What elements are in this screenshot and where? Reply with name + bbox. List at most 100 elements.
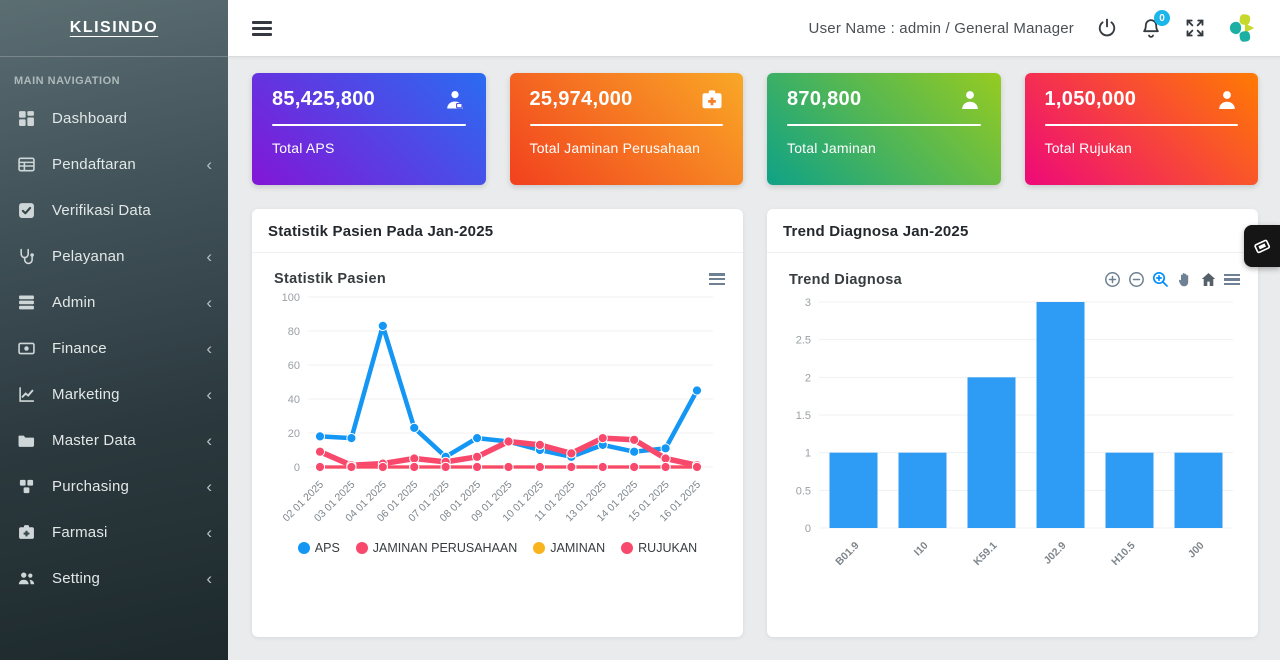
legend-dot	[297, 542, 310, 555]
sidebar-item-dashboard[interactable]: Dashboard	[0, 95, 228, 141]
sidebar-item-label: Purchasing	[52, 477, 130, 495]
chevron-left-icon: ‹	[206, 246, 212, 266]
stat-card-divider	[1044, 124, 1238, 126]
registration-table-icon	[18, 156, 38, 173]
sidebar-item-admin[interactable]: Admin ‹	[0, 279, 228, 325]
chevron-left-icon: ‹	[206, 522, 212, 542]
bell-icon[interactable]: 0	[1140, 10, 1170, 39]
legend-dot	[621, 542, 634, 555]
stat-card-label: Total Jaminan Perusahaan	[529, 140, 701, 156]
chevron-left-icon: ‹	[206, 384, 212, 404]
stat-card-label: Total Rujukan	[1044, 140, 1132, 156]
svg-text:0: 0	[294, 462, 300, 474]
line-chart-legend: APS JAMINAN PERUSAHAAN JAMINAN RUJUKAN	[266, 541, 729, 555]
notification-badge: 0	[1154, 10, 1170, 26]
svg-text:J00: J00	[1186, 540, 1207, 561]
stat-card-value: 870,800	[787, 88, 862, 110]
line-chart-title: Statistik Pasien	[274, 271, 386, 288]
stat-card-value: 1,050,000	[1044, 88, 1137, 110]
ticket-icon	[1254, 239, 1271, 254]
sidebar-logo-area[interactable]: KLISINDO	[0, 0, 228, 57]
svg-text:0.5: 0.5	[796, 485, 811, 497]
svg-text:40: 40	[288, 394, 300, 406]
selection-zoom-icon[interactable]	[1152, 271, 1169, 288]
statistik-pasien-panel: Statistik Pasien Pada Jan-2025 Statistik…	[252, 209, 743, 637]
stat-card-total-jaminan-perusahaan[interactable]: 25,974,000 Total Jaminan Perusahaan	[509, 73, 743, 185]
svg-text:B01.9: B01.9	[833, 540, 861, 568]
svg-text:20: 20	[288, 428, 300, 440]
app-logo-text[interactable]: KLISINDO	[70, 19, 158, 37]
hamburger-menu-icon[interactable]	[252, 18, 272, 39]
svg-text:H10.5: H10.5	[1109, 540, 1137, 568]
money-bill-icon	[18, 340, 38, 357]
home-reset-icon[interactable]	[1200, 271, 1217, 288]
sidebar-item-label: Marketing	[52, 385, 120, 403]
medical-briefcase-icon	[701, 89, 723, 111]
legend-item-aps[interactable]: APS	[297, 541, 340, 556]
svg-text:K59.1: K59.1	[971, 540, 999, 568]
chart-menu-icon[interactable]	[1224, 271, 1240, 287]
sidebar-item-verifikasi-data[interactable]: Verifikasi Data	[0, 187, 228, 233]
stat-card-label: Total APS	[272, 140, 335, 156]
pan-hand-icon[interactable]	[1176, 271, 1193, 288]
stat-cards-row: 85,425,800 Total APS 25,974,000 Total Jamin…	[252, 73, 1258, 185]
folder-icon	[18, 432, 38, 449]
sidebar-item-farmasi[interactable]: Farmasi ‹	[0, 509, 228, 555]
svg-text:1.5: 1.5	[796, 410, 811, 422]
legend-item-jaminan[interactable]: JAMINAN	[533, 541, 605, 555]
stat-card-label: Total Jaminan	[787, 140, 876, 156]
sidebar-item-label: Farmasi	[52, 523, 108, 541]
sidebar-section-label: MAIN NAVIGATION	[14, 75, 121, 87]
zoom-out-icon[interactable]	[1128, 271, 1145, 288]
stat-card-total-aps[interactable]: 85,425,800 Total APS	[252, 73, 486, 185]
sidebar-nav: Dashboard Pendaftaran ‹ Verifikasi Data Pela…	[0, 95, 228, 601]
sidebar-item-label: Pelayanan	[52, 247, 125, 265]
boxes-icon	[18, 478, 38, 495]
sidebar: KLISINDO MAIN NAVIGATION Dashboard Pendaf…	[0, 0, 228, 660]
main-content: 85,425,800 Total APS 25,974,000 Total Jamin…	[228, 57, 1280, 660]
sidebar-item-pendaftaran[interactable]: Pendaftaran ‹	[0, 141, 228, 187]
stat-card-total-jaminan[interactable]: 870,800 Total Jaminan	[767, 73, 1001, 185]
fullscreen-expand-icon[interactable]	[1184, 17, 1206, 39]
ticket-button[interactable]	[1244, 225, 1280, 267]
stat-card-total-rujukan[interactable]: 1,050,000 Total Rujukan	[1024, 73, 1258, 185]
doctor-user-icon	[444, 89, 466, 111]
user-info-text: User Name : admin / General Manager	[808, 19, 1074, 37]
svg-text:3: 3	[805, 297, 811, 309]
trend-panel-header: Trend Diagnosa Jan-2025	[767, 209, 1258, 253]
sidebar-item-master-data[interactable]: Master Data ‹	[0, 417, 228, 463]
legend-label: JAMINAN PERUSAHAAN	[372, 541, 518, 556]
zoom-in-icon[interactable]	[1104, 271, 1121, 288]
sidebar-item-pelayanan[interactable]: Pelayanan ‹	[0, 233, 228, 279]
legend-item-jaminan-perusahaan[interactable]: JAMINAN PERUSAHAAN	[355, 541, 518, 556]
stat-card-value: 25,974,000	[529, 88, 633, 110]
svg-text:2.5: 2.5	[796, 335, 811, 347]
medkit-icon	[18, 524, 38, 541]
power-icon[interactable]	[1096, 17, 1118, 39]
chart-menu-icon[interactable]	[709, 271, 725, 287]
legend-label: APS	[314, 541, 340, 556]
legend-dot	[533, 542, 546, 555]
legend-label: RUJUKAN	[638, 541, 698, 556]
legend-item-rujukan[interactable]: RUJUKAN	[621, 541, 697, 555]
dashboard-page: KLISINDO MAIN NAVIGATION Dashboard Pendaf…	[0, 0, 1280, 660]
server-icon	[18, 294, 38, 311]
trend-diagnosa-panel: Trend Diagnosa Jan-2025 Trend Diagnosa 0…	[767, 209, 1258, 637]
sidebar-item-marketing[interactable]: Marketing ‹	[0, 371, 228, 417]
sidebar-item-label: Admin	[52, 293, 96, 311]
sidebar-item-setting[interactable]: Setting ‹	[0, 555, 228, 601]
sidebar-item-label: Setting	[52, 569, 101, 587]
user-icon	[959, 89, 981, 111]
stat-card-divider	[272, 124, 466, 126]
stat-card-divider	[787, 124, 981, 126]
svg-text:1: 1	[805, 448, 811, 460]
chevron-left-icon: ‹	[206, 154, 212, 174]
chart-line-icon	[18, 386, 38, 403]
sidebar-item-label: Finance	[52, 339, 107, 357]
user-icon	[1216, 89, 1238, 111]
sidebar-item-finance[interactable]: Finance ‹	[0, 325, 228, 371]
sidebar-item-label: Verifikasi Data	[52, 201, 151, 219]
sidebar-item-purchasing[interactable]: Purchasing ‹	[0, 463, 228, 509]
svg-text:J02.9: J02.9	[1042, 540, 1069, 567]
clover-logo-icon[interactable]	[1228, 13, 1258, 43]
